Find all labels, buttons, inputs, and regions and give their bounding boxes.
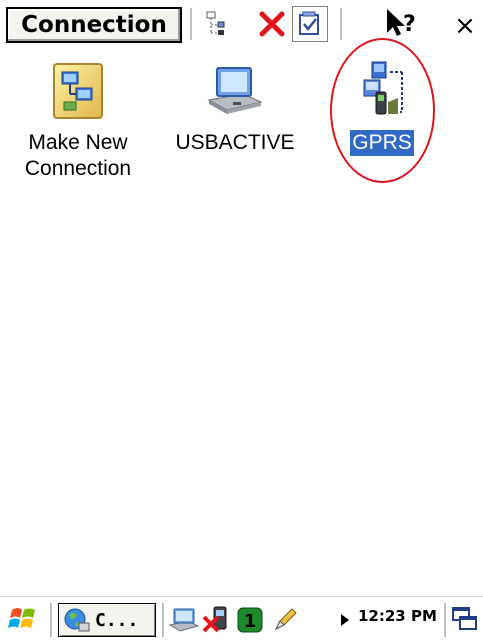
pencil-input-icon[interactable] (272, 603, 300, 637)
taskbar-separator (444, 603, 446, 637)
usbactive-label: USBACTIVE (173, 130, 296, 156)
show-desktop-icon[interactable] (450, 603, 480, 637)
annotation-ring (330, 38, 435, 183)
label-line: USBACTIVE (175, 131, 295, 154)
help-button[interactable]: ? (384, 6, 420, 42)
properties-icon[interactable] (292, 6, 328, 42)
help-question-mark: ? (403, 12, 416, 37)
label-line: Connection (24, 157, 132, 180)
view-details-icon[interactable] (198, 6, 234, 42)
taskbar-separator (50, 603, 52, 637)
taskbar: C... 1 12:23 PM (0, 596, 483, 643)
expand-arrow-icon[interactable] (338, 603, 352, 637)
clock[interactable]: 12:23 PM (358, 607, 437, 625)
toolbar-separator (340, 8, 342, 40)
taskbar-separator (162, 603, 164, 637)
network-connection-icon (203, 58, 267, 122)
label-line: Make New (28, 131, 128, 154)
globe-network-icon (64, 608, 90, 632)
signal-indicator-icon[interactable]: 1 (236, 603, 264, 637)
list-item-usbactive[interactable]: USBACTIVE (165, 58, 305, 156)
signal-badge-text: 1 (244, 611, 257, 632)
connection-menu-button[interactable]: Connection (6, 7, 182, 43)
close-button[interactable]: × (450, 8, 480, 44)
toolbar-separator (190, 8, 192, 40)
task-button-connection[interactable]: C... (58, 603, 156, 637)
phone-off-icon[interactable] (200, 603, 232, 637)
list-item-make-new-connection[interactable]: Make New Connection (8, 58, 148, 182)
make-new-connection-icon (46, 58, 110, 122)
usb-connection-tray-icon[interactable] (168, 603, 200, 637)
task-button-label: C... (95, 609, 139, 631)
make-new-connection-label: Make New Connection (23, 130, 133, 182)
command-bar: Connection ? × (0, 0, 483, 52)
start-menu-icon[interactable] (6, 603, 40, 637)
delete-icon[interactable] (254, 6, 290, 42)
